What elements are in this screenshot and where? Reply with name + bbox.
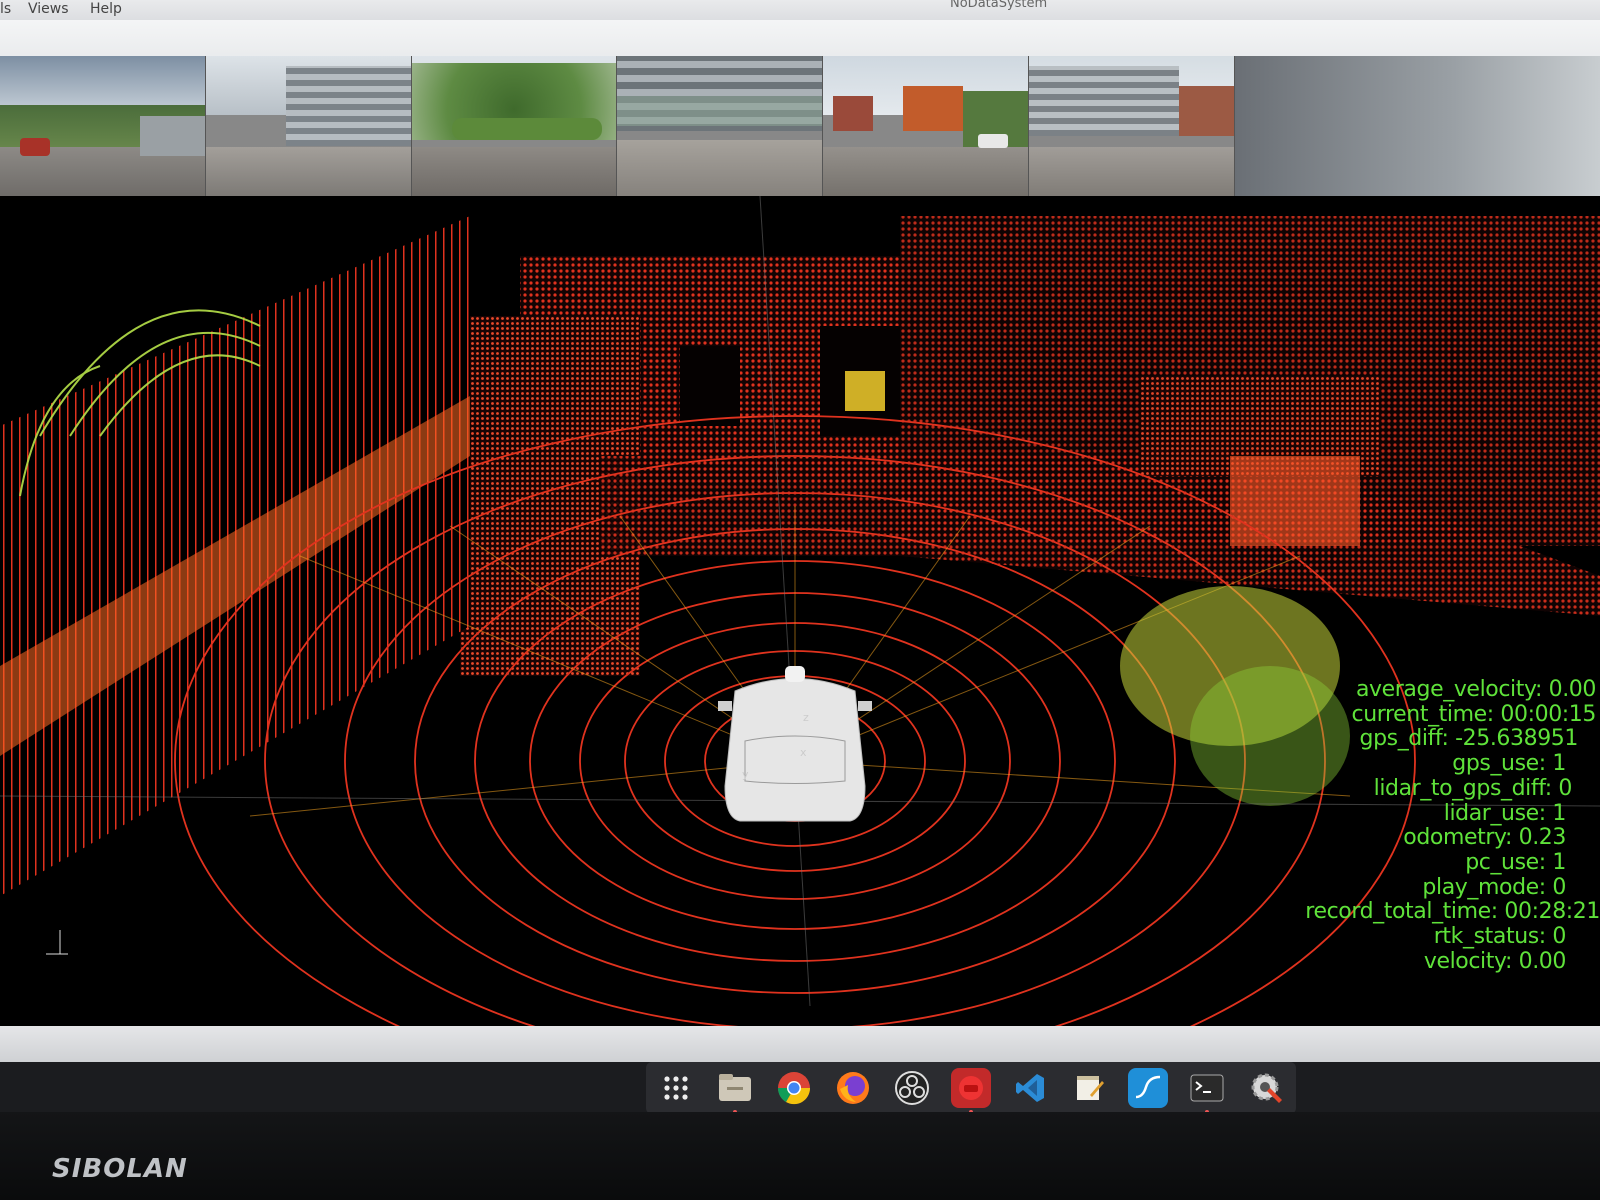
window-bottom-border: [0, 1026, 1600, 1062]
overlay-gps-use: gps_use: 1: [1452, 751, 1566, 777]
files-icon[interactable]: [715, 1068, 755, 1114]
overlay-pc-use: pc_use: 1: [1465, 849, 1566, 875]
overlay-rtk-status: rtk_status: 0: [1433, 924, 1567, 950]
firefox-icon[interactable]: [833, 1068, 873, 1108]
monitor-bezel: [0, 1112, 1600, 1200]
terminal-icon[interactable]: [1187, 1068, 1227, 1114]
axis-gizmo-icon: [46, 930, 68, 955]
chrome-icon[interactable]: [774, 1068, 814, 1108]
overlay-velocity: velocity: 0.00: [1423, 948, 1567, 974]
overlay-current-time: current_time: 00:00:15: [1351, 701, 1597, 727]
overlay-lidar-use: lidar_use: 1: [1443, 800, 1567, 826]
overlay-record-total-time: record_total_time: 00:28:21: [1305, 899, 1600, 925]
app-red-icon[interactable]: [950, 1068, 991, 1114]
app-menubar: ls Views Help NoDataSystem: [0, 0, 1600, 21]
menu-item-views[interactable]: Views: [28, 1, 69, 17]
ego-vehicle-model: [718, 666, 872, 822]
text-editor-icon[interactable]: [1069, 1068, 1109, 1108]
axis-label-y: y: [742, 768, 749, 781]
axis-label-z: z: [803, 711, 809, 724]
overlay-odometry: odometry: 0.23: [1403, 825, 1566, 851]
taskbar-dock: [646, 1062, 1296, 1114]
camera-view-5: [823, 56, 1030, 196]
lidar-3d-viewer[interactable]: z y x average_velocity: 0.00 current_tim…: [0, 196, 1600, 1026]
overlay-lidar-to-gps-diff: lidar_to_gps_diff: 0: [1373, 775, 1573, 801]
window-title: NoDataSystem: [950, 0, 1048, 11]
menu-item-tools[interactable]: ls: [0, 1, 11, 17]
camera-view-3: [411, 56, 618, 196]
status-overlay: average_velocity: 0.00 current_time: 00:…: [1240, 677, 1600, 974]
camera-view-4: [617, 56, 824, 196]
overlay-gps-diff: gps_diff: -25.638951: [1359, 726, 1579, 752]
overlay-average-velocity: average_velocity: 0.00: [1355, 677, 1596, 702]
settings-icon[interactable]: [1246, 1068, 1286, 1108]
camera-view-1: [0, 56, 206, 196]
apps-grid-icon[interactable]: [656, 1068, 696, 1108]
axis-label-x: x: [800, 746, 807, 759]
menu-item-help[interactable]: Help: [90, 1, 122, 17]
monitor-icon[interactable]: [1128, 1068, 1169, 1108]
overlay-play-mode: play_mode: 0: [1422, 874, 1566, 900]
camera-strip-empty: [1235, 56, 1600, 196]
monitor-brand-logo: SIBOLAN: [52, 1154, 188, 1184]
camera-view-2: [205, 56, 412, 196]
vscode-icon[interactable]: [1010, 1068, 1050, 1108]
pointcloud-vehicle-shadow: [680, 346, 740, 426]
obs-icon[interactable]: [892, 1068, 932, 1108]
camera-view-6: [1029, 56, 1235, 196]
camera-strip: [0, 56, 1235, 196]
